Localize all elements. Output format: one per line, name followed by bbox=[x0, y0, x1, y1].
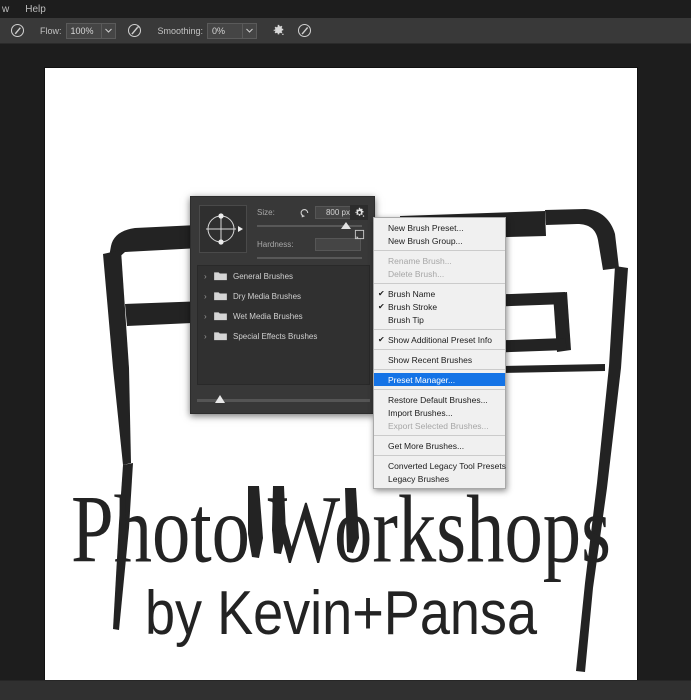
chevron-right-icon[interactable]: › bbox=[204, 272, 214, 281]
chevron-right-icon[interactable]: › bbox=[204, 332, 214, 341]
menu-separator bbox=[374, 369, 505, 370]
menu-separator bbox=[374, 250, 505, 251]
menu-separator bbox=[374, 283, 505, 284]
context-menu-item-label: Brush Tip bbox=[388, 314, 424, 325]
context-menu-item-label: Show Recent Brushes bbox=[388, 354, 473, 365]
brush-preset-panel[interactable]: Size: 800 px Hardness: › General Brushes… bbox=[190, 196, 375, 414]
hardness-slider[interactable] bbox=[257, 253, 366, 263]
context-menu-item-label: New Brush Group... bbox=[388, 235, 463, 246]
context-menu-item-label: Import Brushes... bbox=[388, 407, 453, 418]
context-menu-item[interactable]: Preset Manager... bbox=[374, 373, 505, 386]
context-menu-item: Rename Brush... bbox=[374, 254, 505, 267]
reset-arrow-icon[interactable] bbox=[297, 206, 311, 218]
panel-menu-gear-icon[interactable] bbox=[350, 205, 368, 220]
brush-thumbnail-size-slider[interactable] bbox=[197, 395, 370, 405]
brush-group-list[interactable]: › General Brushes › Dry Media Brushes › … bbox=[197, 265, 370, 385]
brush-tip-preview[interactable] bbox=[199, 205, 247, 253]
brush-group-row[interactable]: › Wet Media Brushes bbox=[198, 306, 369, 326]
photoshop-window: w Help Flow: 100% Smoothing: 0% Photo Wo… bbox=[0, 0, 691, 700]
context-menu-item-label: Converted Legacy Tool Presets bbox=[388, 460, 506, 471]
context-menu-item[interactable]: Brush Tip bbox=[374, 313, 505, 326]
context-menu-item[interactable]: Get More Brushes... bbox=[374, 439, 505, 452]
context-menu-item-label: Rename Brush... bbox=[388, 255, 452, 266]
brush-tool-icon[interactable] bbox=[4, 19, 30, 43]
smoothing-dropdown-chevron-down-icon[interactable] bbox=[243, 22, 258, 39]
context-menu-item[interactable]: Import Brushes... bbox=[374, 406, 505, 419]
context-menu-item: Delete Brush... bbox=[374, 267, 505, 280]
context-menu-item-label: Export Selected Brushes... bbox=[388, 420, 489, 431]
context-menu-item[interactable]: ✔ Brush Name bbox=[374, 287, 505, 300]
context-menu-item[interactable]: Converted Legacy Tool Presets bbox=[374, 459, 506, 472]
brush-panel-context-menu[interactable]: New Brush Preset... New Brush Group... Ren… bbox=[373, 217, 506, 489]
context-menu-item[interactable]: Legacy Brushes bbox=[374, 472, 505, 485]
menu-bar: w Help bbox=[0, 0, 691, 18]
menu-item-window-partial[interactable]: w bbox=[0, 0, 17, 18]
menu-separator bbox=[374, 329, 505, 330]
context-menu-item[interactable]: ✔ Brush Stroke bbox=[374, 300, 505, 313]
canvas-headline: Photo Workshops bbox=[71, 475, 611, 583]
smoothing-label: Smoothing: bbox=[157, 25, 204, 36]
brush-group-row[interactable]: › General Brushes bbox=[198, 266, 369, 286]
tool-options-bar: Flow: 100% Smoothing: 0% bbox=[0, 18, 691, 44]
menu-separator bbox=[374, 435, 505, 436]
context-menu-item[interactable]: ✔ Show Additional Preset Info bbox=[374, 333, 505, 346]
hardness-label: Hardness: bbox=[257, 239, 294, 249]
flow-dropdown-chevron-down-icon[interactable] bbox=[101, 22, 116, 39]
menu-separator bbox=[374, 349, 505, 350]
menu-separator bbox=[374, 389, 505, 390]
context-menu-item-label: Show Additional Preset Info bbox=[388, 334, 492, 345]
folder-icon bbox=[214, 332, 227, 341]
hardness-spacer bbox=[297, 238, 311, 250]
context-menu-item[interactable]: Show Recent Brushes bbox=[374, 353, 505, 366]
context-menu-item-label: Legacy Brushes bbox=[388, 473, 449, 484]
thumbnail-slider-handle[interactable] bbox=[215, 395, 225, 403]
context-menu-item-label: Preset Manager... bbox=[388, 374, 456, 385]
status-bar bbox=[0, 680, 691, 700]
context-menu-item-label: Brush Name bbox=[388, 288, 436, 299]
brush-group-label: Dry Media Brushes bbox=[233, 291, 302, 301]
canvas-subline: by Kevin+Pansa bbox=[145, 579, 537, 648]
flow-label: Flow: bbox=[40, 25, 62, 36]
brush-group-row[interactable]: › Special Effects Brushes bbox=[198, 326, 369, 346]
context-menu-item[interactable]: Restore Default Brushes... bbox=[374, 393, 505, 406]
context-menu-item[interactable]: New Brush Group... bbox=[374, 234, 505, 247]
context-menu-item: Export Selected Brushes... bbox=[374, 419, 505, 432]
brush-group-label: Special Effects Brushes bbox=[233, 331, 318, 341]
brush-group-row[interactable]: › Dry Media Brushes bbox=[198, 286, 369, 306]
folder-icon bbox=[214, 312, 227, 321]
checkmark-icon: ✔ bbox=[378, 289, 385, 298]
brush-group-label: General Brushes bbox=[233, 271, 294, 281]
size-label: Size: bbox=[257, 207, 275, 217]
checkmark-icon: ✔ bbox=[378, 302, 385, 311]
new-group-icon[interactable] bbox=[352, 227, 366, 241]
brush-group-label: Wet Media Brushes bbox=[233, 311, 303, 321]
menu-separator bbox=[374, 455, 505, 456]
context-menu-item-label: Get More Brushes... bbox=[388, 440, 465, 451]
size-slider[interactable] bbox=[257, 221, 366, 231]
context-menu-item-label: Brush Stroke bbox=[388, 301, 438, 312]
menu-item-help[interactable]: Help bbox=[17, 0, 54, 18]
folder-icon bbox=[214, 272, 227, 281]
context-menu-item-label: Delete Brush... bbox=[388, 268, 445, 279]
context-menu-item-label: New Brush Preset... bbox=[388, 222, 464, 233]
hardness-row: Hardness: bbox=[257, 237, 366, 251]
smoothing-input[interactable]: 0% bbox=[207, 22, 244, 39]
symmetry-brush-icon[interactable] bbox=[291, 19, 317, 43]
brush-panel-header: Size: 800 px Hardness: bbox=[191, 197, 374, 259]
chevron-right-icon[interactable]: › bbox=[204, 312, 214, 321]
checkmark-icon: ✔ bbox=[378, 335, 385, 344]
flow-input[interactable]: 100% bbox=[65, 22, 102, 39]
context-menu-item-label: Restore Default Brushes... bbox=[388, 394, 488, 405]
airbrush-icon[interactable] bbox=[122, 19, 148, 43]
chevron-right-icon[interactable]: › bbox=[204, 292, 214, 301]
hardness-slider-track bbox=[257, 257, 362, 259]
context-menu-item[interactable]: New Brush Preset... bbox=[374, 221, 505, 234]
size-slider-handle[interactable] bbox=[341, 222, 351, 229]
folder-icon bbox=[214, 292, 227, 301]
gear-icon[interactable] bbox=[265, 19, 291, 43]
